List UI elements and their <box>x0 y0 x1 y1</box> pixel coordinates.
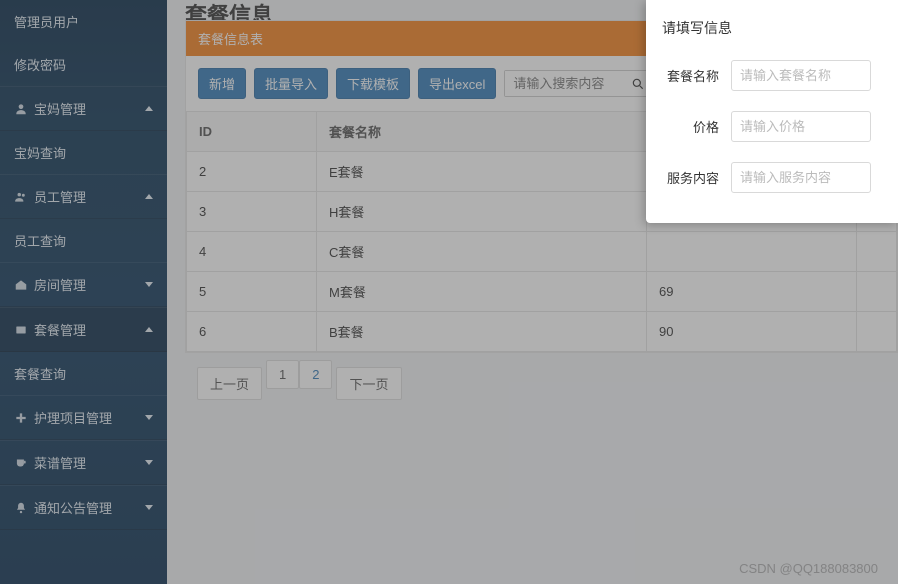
modal: 请填写信息 套餐名称 价格 服务内容 <box>646 0 898 223</box>
field-price-label: 价格 <box>646 117 731 136</box>
modal-title: 请填写信息 <box>646 18 898 50</box>
field-name-input[interactable] <box>731 60 871 91</box>
field-name-label: 套餐名称 <box>646 66 731 85</box>
field-price-input[interactable] <box>731 111 871 142</box>
field-service-input[interactable] <box>731 162 871 193</box>
field-service-label: 服务内容 <box>646 168 731 187</box>
watermark: CSDN @QQ188083800 <box>739 561 878 576</box>
